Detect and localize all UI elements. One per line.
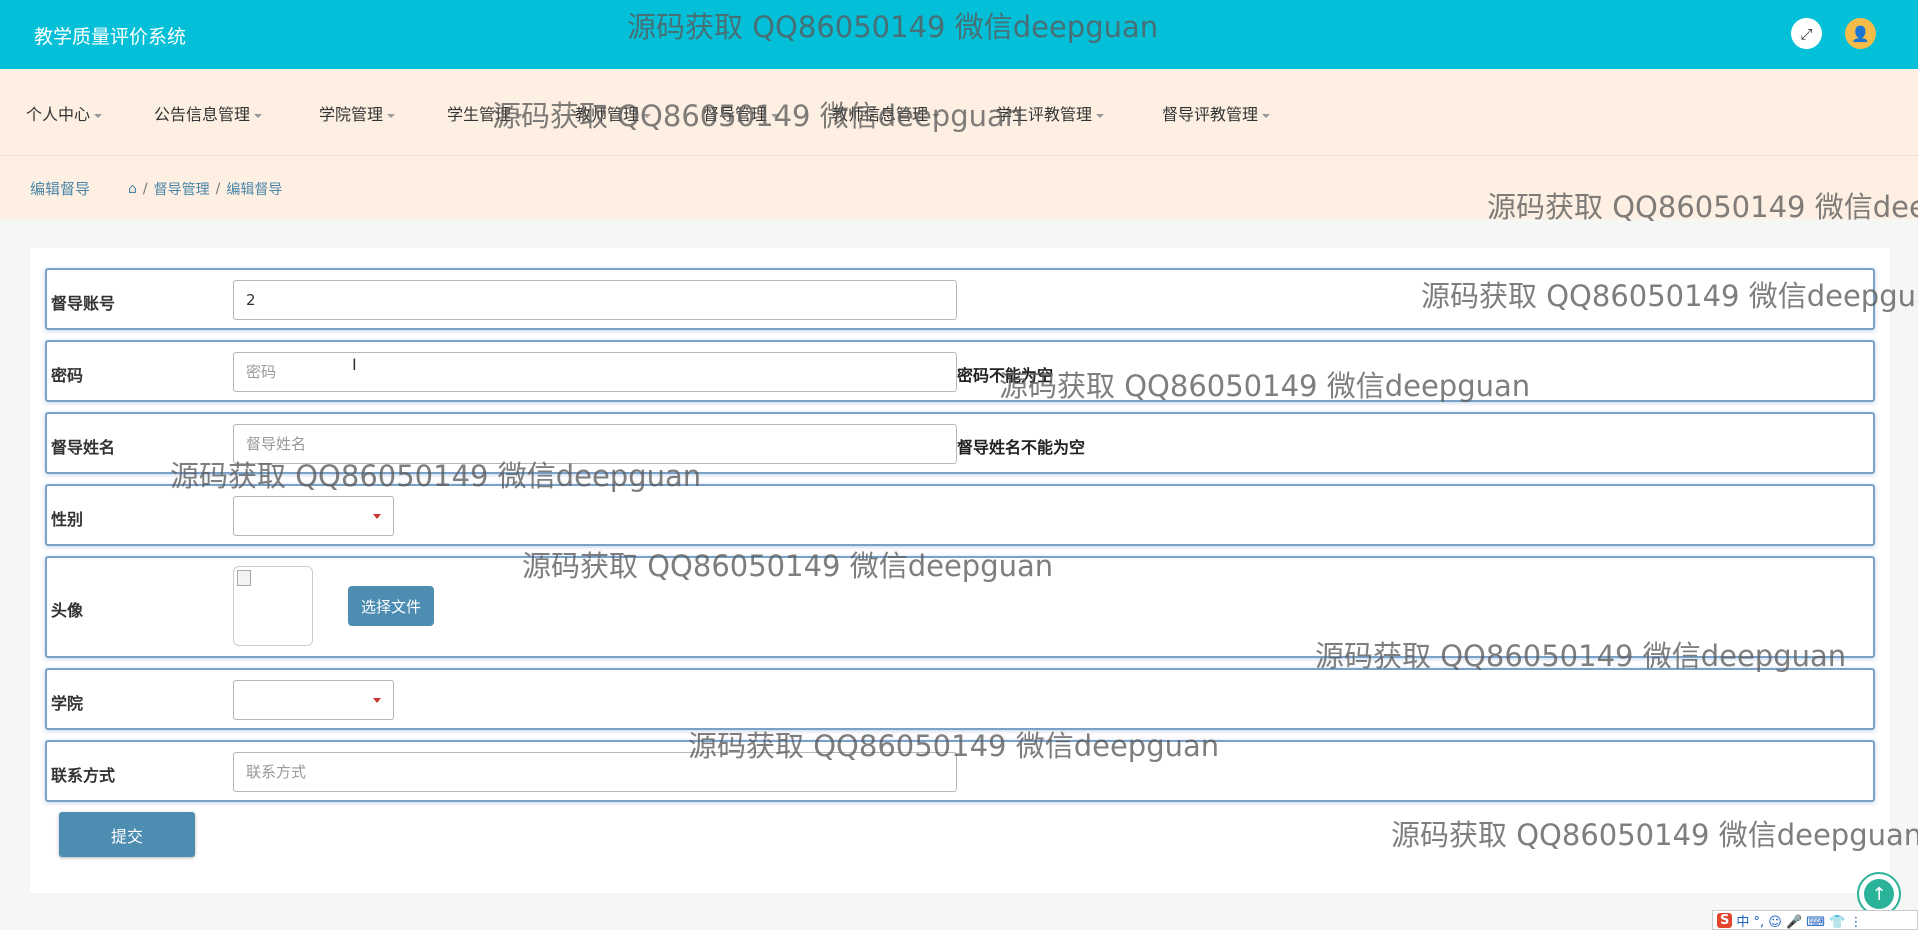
nav-item-supervisor-eval[interactable]: 督导评教管理 [1162,101,1271,125]
name-hint: 督导姓名不能为空 [957,438,1086,457]
form-row-gender: 性别 [45,484,1875,546]
top-header: 教学质量评价系统 ⤢ 👤 [0,0,1918,69]
caret-down-icon [771,113,780,118]
chevron-down-icon [373,513,381,519]
caret-down-icon [1262,113,1271,118]
breadcrumb-current: 编辑督导 [226,182,283,198]
nav-item-notices[interactable]: 公告信息管理 [154,101,263,125]
account-label: 督导账号 [51,294,116,313]
breadcrumb-separator: / [142,181,148,197]
user-icon: 👤 [1851,24,1870,43]
caret-down-icon [94,113,103,118]
form-row-name: 督导姓名 督导姓名不能为空 [45,412,1875,474]
name-label: 督导姓名 [51,438,116,457]
app-title: 教学质量评价系统 [34,26,187,48]
gender-select[interactable] [233,496,394,536]
breadcrumb: ⌂ / 督导管理 / 编辑督导 [128,179,282,199]
arrow-up-icon: ↑ [1864,879,1894,909]
nav-item-students[interactable]: 学生管理 [447,101,524,125]
submit-button[interactable]: 提交 [59,812,195,857]
caret-down-icon [1096,113,1105,118]
form-row-college: 学院 [45,668,1875,730]
breadcrumb-separator: / [215,181,221,197]
password-input[interactable] [233,352,957,392]
caret-down-icon [643,113,652,118]
page-title: 编辑督导 [30,180,91,198]
password-label: 密码 [51,366,84,385]
college-label: 学院 [51,694,84,713]
college-select[interactable] [233,680,394,720]
ime-toolbar[interactable]: S 中 °, ☺ 🎤 ⌨ 👕 ⋮ [1712,910,1918,930]
expand-icon: ⤢ [1800,24,1813,43]
ime-logo: S [1717,912,1733,928]
name-input[interactable] [233,424,957,464]
text-cursor-icon: I [352,355,357,374]
broken-image-icon [237,570,251,586]
form-row-account: 督导账号 [45,268,1875,330]
form-row-password: 密码 密码不能为空 [45,340,1875,402]
nav-item-personal[interactable]: 个人中心 [26,101,103,125]
breadcrumb-bar: 编辑督导 ⌂ / 督导管理 / 编辑督导 [0,156,1918,219]
fullscreen-button[interactable]: ⤢ [1791,18,1822,49]
user-avatar-button[interactable]: 👤 [1845,18,1876,49]
password-hint: 密码不能为空 [957,366,1054,385]
nav-item-student-eval[interactable]: 学生评教管理 [996,101,1105,125]
caret-down-icon [932,113,941,118]
avatar-preview [233,566,313,646]
chevron-down-icon [373,697,381,703]
nav-item-college[interactable]: 学院管理 [319,101,396,125]
main-nav: 个人中心 公告信息管理 学院管理 学生管理 教师管理 督导管理 教师信息管理 学… [0,69,1918,156]
contact-label: 联系方式 [51,766,116,785]
breadcrumb-link[interactable]: 督导管理 [154,179,210,199]
caret-down-icon [515,113,524,118]
caret-down-icon [387,113,396,118]
gender-label: 性别 [51,510,84,529]
contact-input[interactable] [233,752,957,792]
form-row-contact: 联系方式 [45,740,1875,802]
caret-down-icon [254,113,263,118]
account-input[interactable] [233,280,957,320]
choose-file-button[interactable]: 选择文件 [348,586,434,626]
ime-status: 中 °, ☺ 🎤 ⌨ 👕 ⋮ [1736,914,1863,930]
nav-item-teacher-info[interactable]: 教师信息管理 [832,101,941,125]
form-row-avatar: 头像 选择文件 [45,556,1875,658]
avatar-label: 头像 [51,601,84,620]
home-icon[interactable]: ⌂ [128,181,137,197]
nav-item-supervisors[interactable]: 督导管理 [703,101,780,125]
nav-item-teachers[interactable]: 教师管理 [575,101,652,125]
